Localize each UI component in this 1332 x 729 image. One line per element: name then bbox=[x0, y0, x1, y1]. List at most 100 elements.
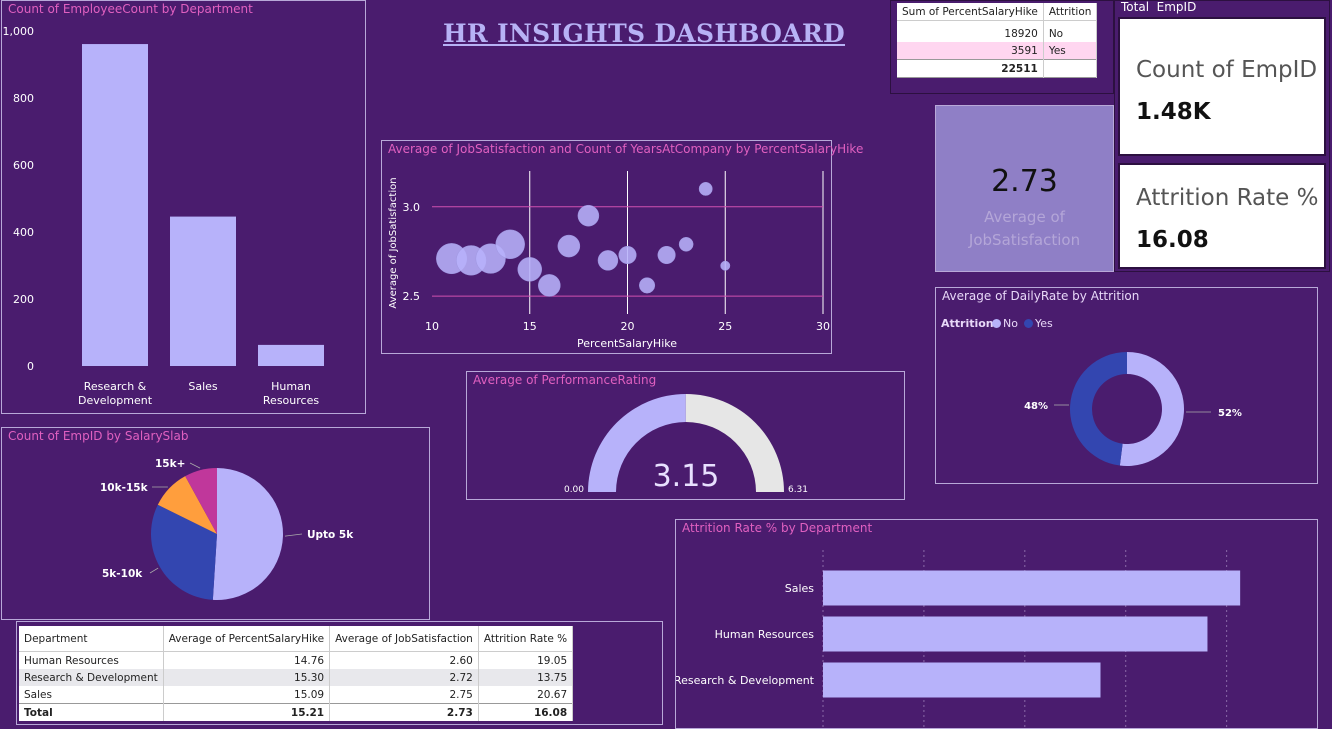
attrition-dept-panel[interactable]: Attrition Rate % by Department SalesHuma… bbox=[675, 519, 1318, 729]
bubble bbox=[518, 257, 542, 281]
avg-jobsat-value: 2.73 bbox=[936, 164, 1113, 199]
bubble bbox=[619, 246, 637, 264]
x-tick-label: 20 bbox=[621, 320, 635, 333]
table-cell: 19.05 bbox=[478, 652, 572, 670]
table-cell: Sales bbox=[19, 686, 163, 704]
y-axis-label: Average of JobSatisfaction bbox=[388, 177, 399, 308]
table-row: Human Resources 14.76 2.60 19.05 bbox=[19, 652, 573, 670]
table-cell: Research & Development bbox=[19, 669, 163, 686]
table-cell: 2.72 bbox=[330, 669, 479, 686]
attrition-dept-chart: Sales Human Resources Research & Developme… bbox=[676, 520, 1317, 728]
bubble bbox=[699, 182, 712, 195]
slice-label: Upto 5k bbox=[307, 529, 354, 541]
x-tick-label: Development bbox=[78, 394, 153, 407]
dept-table: Department Average of PercentSalaryHike … bbox=[19, 626, 573, 721]
bar bbox=[82, 44, 148, 366]
performance-gauge: 3.15 0.00 6.31 bbox=[467, 372, 904, 499]
leader-line bbox=[285, 534, 302, 536]
table-cell: 2.75 bbox=[330, 686, 479, 704]
x-tick-label: 10 bbox=[425, 320, 439, 333]
table-row: Sales 15.09 2.75 20.67 bbox=[19, 686, 573, 704]
avg-jobsat-card[interactable]: 2.73 Average of JobSatisfaction bbox=[935, 105, 1114, 272]
y-tick-label: 0 bbox=[27, 360, 34, 373]
bar bbox=[170, 217, 236, 366]
table-cell: Human Resources bbox=[19, 652, 163, 670]
x-tick-label: 15 bbox=[523, 320, 537, 333]
table-header[interactable]: Sum of PercentSalaryHike bbox=[897, 3, 1043, 21]
y-tick-label: 1,000 bbox=[3, 25, 35, 38]
count-card-title: Total EmpID bbox=[1121, 0, 1196, 14]
performance-panel[interactable]: Average of PerformanceRating 3.150.006.3… bbox=[466, 371, 905, 500]
y-tick-label: 3.0 bbox=[403, 201, 421, 214]
donut-slice bbox=[1070, 352, 1127, 466]
y-tick-label: 200 bbox=[13, 293, 34, 306]
bar bbox=[823, 571, 1240, 606]
slice-label: 15k+ bbox=[155, 458, 185, 470]
gauge-value: 3.15 bbox=[653, 459, 720, 494]
slice-label: 48% bbox=[1024, 401, 1048, 412]
y-tick-label: 400 bbox=[13, 226, 34, 239]
table-cell: Yes bbox=[1043, 42, 1097, 60]
bubble bbox=[721, 261, 730, 270]
bubble bbox=[598, 250, 618, 270]
salaryslab-panel[interactable]: Count of EmpID by SalarySlab Upto 5k5k-1… bbox=[1, 427, 430, 620]
table-cell: 2.60 bbox=[330, 652, 479, 670]
dept-count-panel[interactable]: Count of EmployeeCount by Department 020… bbox=[1, 0, 366, 414]
y-tick-label: 800 bbox=[13, 92, 34, 105]
gauge-max-label: 6.31 bbox=[788, 485, 808, 495]
table-cell: No bbox=[1043, 21, 1097, 43]
table-header[interactable]: Attrition Rate % bbox=[478, 626, 572, 652]
y-tick-label: Research & Development bbox=[676, 674, 815, 687]
table-header[interactable]: Attrition bbox=[1043, 3, 1097, 21]
table-total: 22511 bbox=[897, 60, 1043, 78]
donut-slice bbox=[1120, 352, 1184, 466]
table-cell bbox=[1043, 60, 1097, 78]
slice-label: 52% bbox=[1218, 408, 1242, 419]
table-header[interactable]: Department bbox=[19, 626, 163, 652]
dept-count-chart: 0 200 400 600 800 1,000 Research &Development S… bbox=[2, 1, 365, 413]
table-cell: 2.73 bbox=[330, 704, 479, 722]
bar bbox=[823, 617, 1207, 652]
count-empid-label: Count of EmpID bbox=[1136, 57, 1317, 83]
bubble bbox=[558, 235, 580, 257]
table-cell: 18920 bbox=[897, 21, 1043, 43]
dailyrate-panel[interactable]: Average of DailyRate by Attrition Attrit… bbox=[935, 287, 1318, 484]
attrition-rate-value: 16.08 bbox=[1136, 227, 1209, 253]
table-cell: 14.76 bbox=[163, 652, 329, 670]
bubble bbox=[658, 246, 676, 264]
table-cell: 15.09 bbox=[163, 686, 329, 704]
attrition-rate-label: Attrition Rate % bbox=[1136, 185, 1318, 211]
avg-jobsat-label-1: Average of bbox=[936, 208, 1113, 226]
bubble bbox=[538, 274, 560, 296]
x-tick-label: Research & bbox=[84, 380, 147, 393]
bubble-panel[interactable]: Average of JobSatisfaction and Count of … bbox=[381, 140, 832, 354]
gauge-min-label: 0.00 bbox=[564, 485, 584, 495]
avg-jobsat-label-2: JobSatisfaction bbox=[936, 231, 1113, 249]
bubble-chart: 2.53.01015202530PercentSalaryHikeAverage… bbox=[382, 141, 831, 353]
dailyrate-donut: 52% 48% bbox=[936, 288, 1317, 483]
x-tick-label: Resources bbox=[263, 394, 319, 407]
table-cell: 15.21 bbox=[163, 704, 329, 722]
attrition-rate-card[interactable]: Attrition Rate % 16.08 bbox=[1118, 163, 1326, 269]
table-cell: 13.75 bbox=[478, 669, 572, 686]
bubble bbox=[639, 278, 655, 294]
x-tick-label: Human bbox=[271, 380, 311, 393]
bubble bbox=[679, 237, 693, 251]
x-tick-label: 25 bbox=[718, 320, 732, 333]
bar bbox=[258, 345, 324, 366]
x-tick-label: 30 bbox=[816, 320, 830, 333]
table-header[interactable]: Average of PercentSalaryHike bbox=[163, 626, 329, 652]
salary-hike-table: Sum of PercentSalaryHike Attrition 18920… bbox=[897, 3, 1097, 78]
slice-label: 10k-15k bbox=[100, 482, 149, 494]
y-tick-label: 600 bbox=[13, 159, 34, 172]
x-tick-label: Sales bbox=[188, 380, 218, 393]
table-header[interactable]: Average of JobSatisfaction bbox=[330, 626, 479, 652]
table-cell: 20.67 bbox=[478, 686, 572, 704]
table-cell: 15.30 bbox=[163, 669, 329, 686]
x-axis-label: PercentSalaryHike bbox=[577, 337, 677, 350]
leader-line bbox=[150, 568, 158, 573]
count-empid-card[interactable]: Count of EmpID 1.48K bbox=[1118, 17, 1326, 156]
y-tick-label: Human Resources bbox=[715, 628, 815, 641]
y-tick-label: Sales bbox=[785, 582, 815, 595]
y-tick-label: 2.5 bbox=[403, 290, 421, 303]
